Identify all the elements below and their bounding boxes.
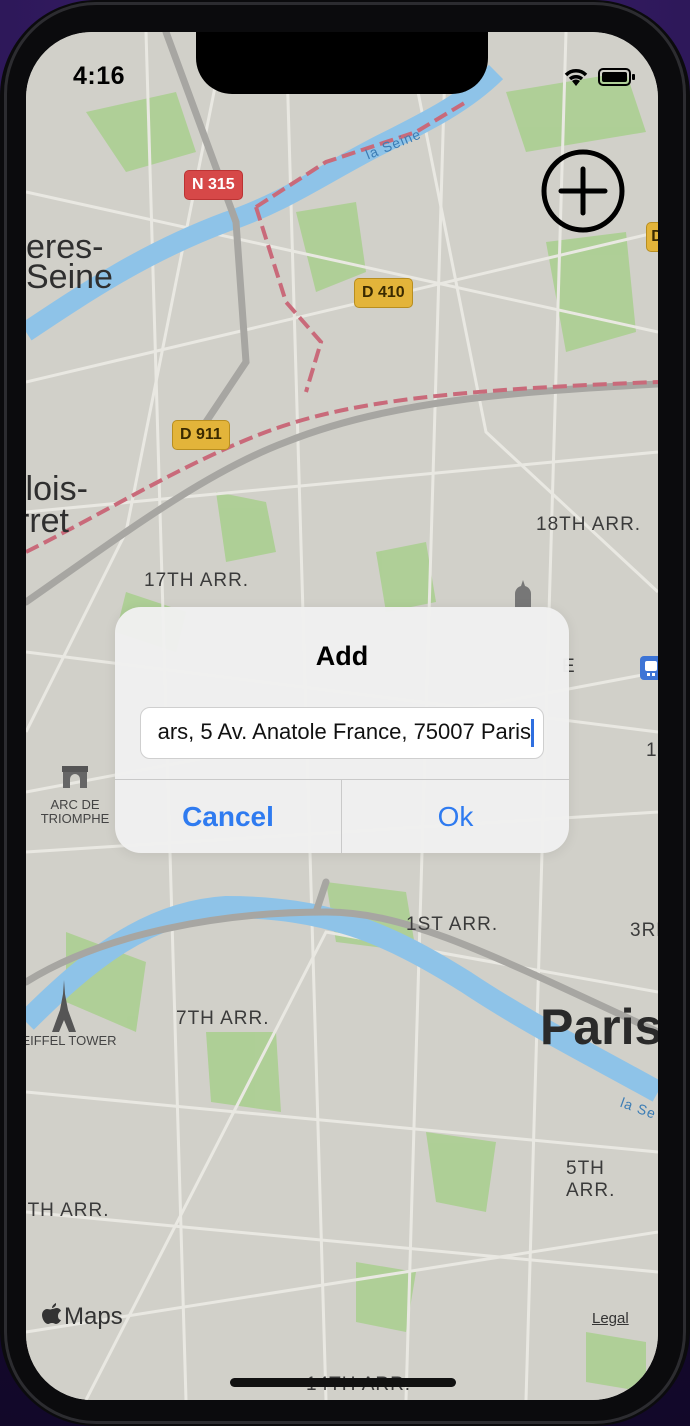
area-label-5th: 5TH ARR. bbox=[566, 1158, 616, 1201]
notch bbox=[196, 32, 488, 94]
wifi-icon bbox=[562, 66, 590, 93]
poi-label-eiffel: EIFFEL TOWER bbox=[26, 1033, 117, 1048]
map-label-partial-10: 10 bbox=[646, 740, 658, 761]
apple-logo-icon bbox=[42, 1302, 62, 1331]
map-label-partial: Seine bbox=[26, 258, 113, 296]
maps-label: Maps bbox=[64, 1302, 123, 1330]
address-input[interactable]: ars, 5 Av. Anatole France, 75007 Paris bbox=[140, 707, 544, 759]
phone-frame: eres- Seine llois- rret 18TH ARR. 17TH A… bbox=[0, 0, 690, 1426]
area-label-partial: 5TH ARR. bbox=[26, 1200, 110, 1221]
screen: eres- Seine llois- rret 18TH ARR. 17TH A… bbox=[26, 32, 658, 1400]
area-label-1st: 1ST ARR. bbox=[406, 914, 499, 935]
road-badge-partial: D bbox=[646, 222, 658, 252]
add-circle-icon bbox=[541, 149, 625, 233]
eiffel-tower-icon[interactable] bbox=[52, 980, 76, 1037]
metro-icon[interactable] bbox=[640, 656, 658, 680]
city-label-paris: Paris bbox=[540, 999, 658, 1055]
home-indicator[interactable] bbox=[230, 1378, 456, 1387]
text-caret bbox=[531, 719, 534, 747]
area-label-3rd: 3RD bbox=[630, 920, 658, 941]
poi-label-arc: ARC DE TRIOMPHE bbox=[40, 797, 110, 826]
cancel-button[interactable]: Cancel bbox=[115, 780, 341, 853]
map-label-partial: llois- bbox=[26, 470, 88, 508]
area-label-18th: 18TH ARR. bbox=[536, 514, 642, 535]
legal-link[interactable]: Legal bbox=[592, 1310, 629, 1327]
ok-button[interactable]: Ok bbox=[342, 780, 569, 853]
area-label-7th: 7TH ARR. bbox=[176, 1008, 270, 1029]
status-icons bbox=[562, 66, 636, 93]
add-location-button[interactable] bbox=[540, 148, 626, 234]
road-badge-d410: D 410 bbox=[354, 278, 413, 308]
battery-icon bbox=[598, 67, 636, 92]
road-badge-n315: N 315 bbox=[184, 170, 243, 200]
add-alert-dialog: Add ars, 5 Av. Anatole France, 75007 Par… bbox=[115, 607, 569, 853]
maps-attribution: Maps bbox=[42, 1302, 123, 1331]
map-label-partial: rret bbox=[26, 502, 69, 540]
area-label-17th: 17TH ARR. bbox=[144, 570, 250, 591]
road-badge-d911: D 911 bbox=[172, 420, 230, 450]
address-input-value: ars, 5 Av. Anatole France, 75007 Paris bbox=[157, 719, 531, 744]
alert-title: Add bbox=[315, 641, 369, 671]
arc-de-triomphe-icon[interactable] bbox=[60, 764, 90, 795]
status-time: 4:16 bbox=[73, 62, 126, 90]
